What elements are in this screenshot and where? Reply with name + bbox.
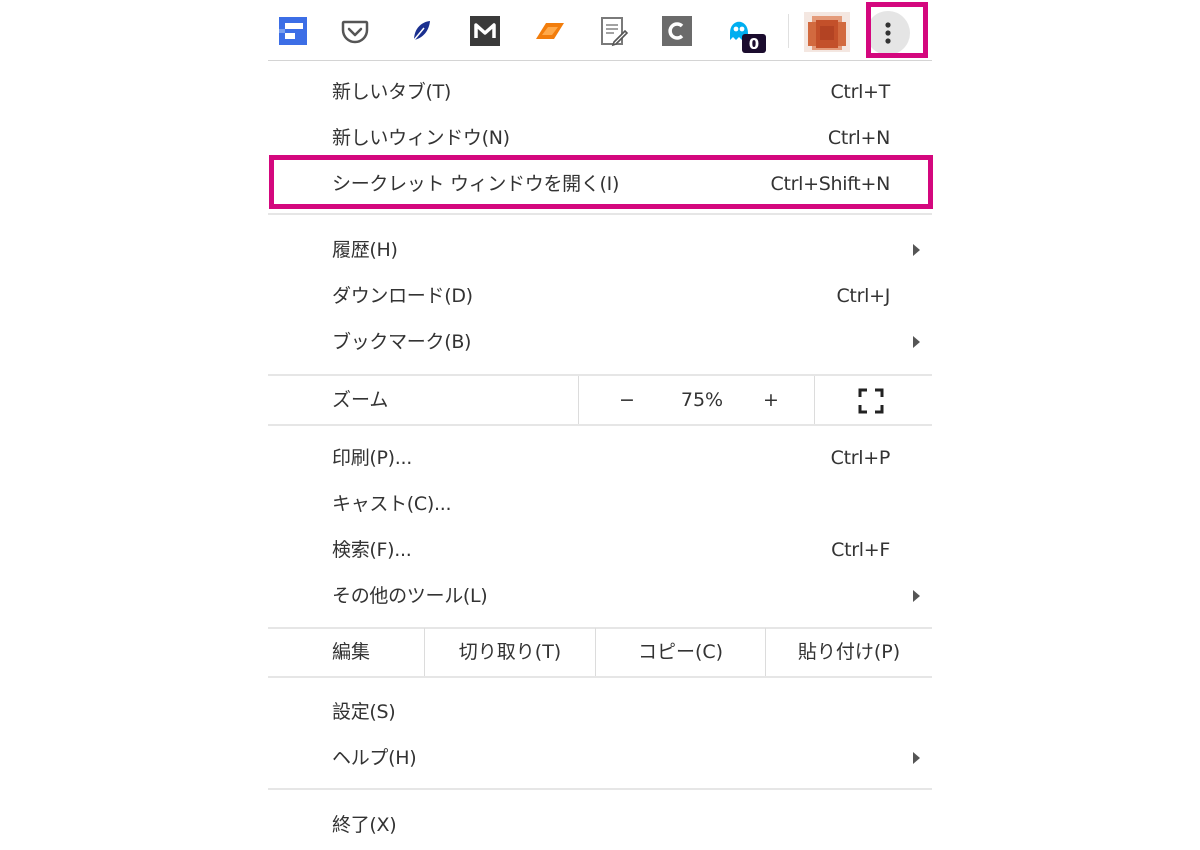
menu-item-label: ダウンロード(D) <box>332 285 473 307</box>
menu-separator <box>268 424 932 426</box>
submenu-arrow-icon <box>913 590 920 602</box>
submenu-arrow-icon <box>913 244 920 256</box>
zoom-divider <box>814 376 815 424</box>
menu-item-find[interactable]: 検索(F)... Ctrl+F <box>268 527 932 573</box>
menu-row-zoom: ズーム − 75% + <box>268 376 932 424</box>
menu-item-label: 新しいタブ(T) <box>332 81 452 103</box>
menu-separator <box>268 676 932 678</box>
browser-toolbar: 0 <box>268 0 932 60</box>
menu-item-label: ブックマーク(B) <box>332 331 472 353</box>
zoom-level: 75% <box>680 389 724 411</box>
menu-separator <box>268 213 932 215</box>
menu-item-label: キャスト(C)... <box>332 493 452 515</box>
toolbar-divider <box>788 14 789 48</box>
submenu-arrow-icon <box>913 752 920 764</box>
menu-separator <box>268 788 932 790</box>
menu-item-shortcut: Ctrl+J <box>836 285 890 307</box>
menu-button-highlight <box>866 2 928 58</box>
zoom-in-button[interactable]: + <box>756 376 786 424</box>
menu-item-label: 終了(X) <box>332 814 397 836</box>
menu-item-shortcut: Ctrl+F <box>831 539 890 561</box>
menu-item-label: 印刷(P)... <box>332 447 413 469</box>
zoom-label: ズーム <box>332 389 389 411</box>
blue-square-extension-icon[interactable] <box>276 14 310 48</box>
zoom-out-button[interactable]: − <box>612 376 642 424</box>
note-edit-icon[interactable] <box>596 14 630 48</box>
paste-button[interactable]: 貼り付け(P) <box>766 628 932 676</box>
submenu-arrow-icon <box>913 336 920 348</box>
fullscreen-icon[interactable] <box>858 388 884 414</box>
screenshot-stage: 0 新しいタブ(T) Ctrl+T 新しいウィンドウ(N) Ctrl+N シーク… <box>0 0 1200 850</box>
orange-flag-extension-icon[interactable] <box>534 14 568 48</box>
c-extension-icon[interactable] <box>660 14 694 48</box>
ghostery-badge: 0 <box>749 35 759 53</box>
menu-item-bookmarks[interactable]: ブックマーク(B) <box>268 319 932 365</box>
pocket-icon[interactable] <box>338 14 372 48</box>
menu-item-cast[interactable]: キャスト(C)... <box>268 481 932 527</box>
cut-button[interactable]: 切り取り(T) <box>425 628 595 676</box>
edit-label: 編集 <box>332 641 371 663</box>
menu-row-edit: 編集 切り取り(T) コピー(C) 貼り付け(P) <box>268 628 932 676</box>
menu-item-label: ヘルプ(H) <box>332 747 417 769</box>
menu-item-shortcut: Ctrl+P <box>830 447 891 469</box>
zoom-divider <box>578 376 579 424</box>
menu-item-label: 検索(F)... <box>332 539 412 561</box>
menu-item-history[interactable]: 履歴(H) <box>268 227 932 273</box>
menu-item-label: 履歴(H) <box>332 239 398 261</box>
blue-leaf-extension-icon[interactable] <box>404 14 438 48</box>
menu-item-more-tools[interactable]: その他のツール(L) <box>268 573 932 619</box>
incognito-highlight <box>269 155 933 209</box>
menu-item-label: その他のツール(L) <box>332 585 488 607</box>
m-extension-icon[interactable] <box>468 14 502 48</box>
menu-item-new-tab[interactable]: 新しいタブ(T) Ctrl+T <box>268 69 932 115</box>
menu-item-help[interactable]: ヘルプ(H) <box>268 735 932 781</box>
ghostery-icon[interactable]: 0 <box>724 14 768 53</box>
menu-item-shortcut: Ctrl+T <box>830 81 890 103</box>
menu-item-exit[interactable]: 終了(X) <box>268 802 932 848</box>
avatar[interactable] <box>804 12 850 52</box>
copy-button[interactable]: コピー(C) <box>596 628 765 676</box>
menu-item-label: 設定(S) <box>332 701 396 723</box>
menu-item-print[interactable]: 印刷(P)... Ctrl+P <box>268 435 932 481</box>
menu-item-downloads[interactable]: ダウンロード(D) Ctrl+J <box>268 273 932 319</box>
menu-item-settings[interactable]: 設定(S) <box>268 689 932 735</box>
